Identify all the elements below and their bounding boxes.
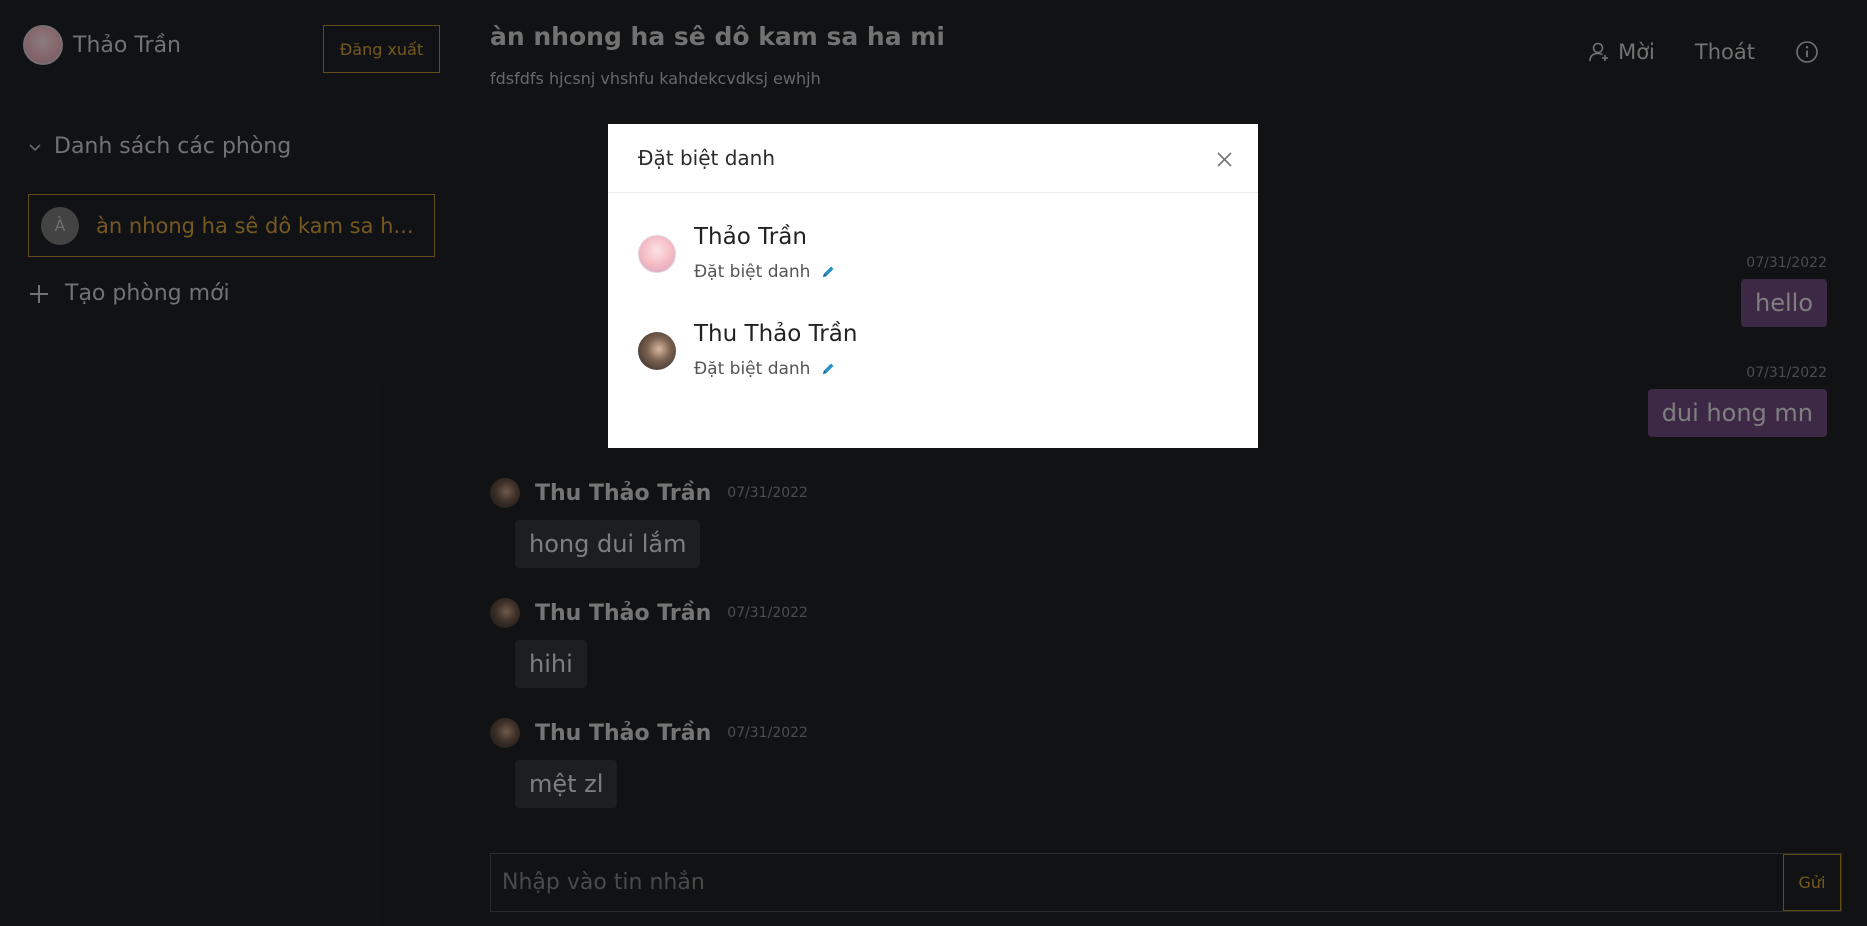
nickname-modal: Đặt biệt danh Thảo Trần Đặt biệt danh Th… (608, 124, 1258, 448)
member-avatar (638, 235, 676, 273)
member-item: Thu Thảo Trần Đặt biệt danh (608, 321, 857, 379)
set-nickname-label: Đặt biệt danh (694, 262, 811, 282)
close-icon[interactable] (1216, 151, 1233, 168)
set-nickname-link[interactable]: Đặt biệt danh (694, 359, 857, 379)
member-name: Thu Thảo Trần (694, 321, 858, 347)
member-avatar (638, 332, 676, 370)
set-nickname-link[interactable]: Đặt biệt danh (694, 262, 836, 282)
pencil-icon[interactable] (820, 264, 836, 280)
modal-title: Đặt biệt danh (638, 146, 776, 170)
modal-header: Đặt biệt danh (608, 124, 1258, 193)
member-name: Thảo Trần (694, 224, 807, 250)
set-nickname-label: Đặt biệt danh (694, 359, 811, 379)
member-item: Thảo Trần Đặt biệt danh (608, 224, 836, 282)
pencil-icon[interactable] (820, 361, 836, 377)
